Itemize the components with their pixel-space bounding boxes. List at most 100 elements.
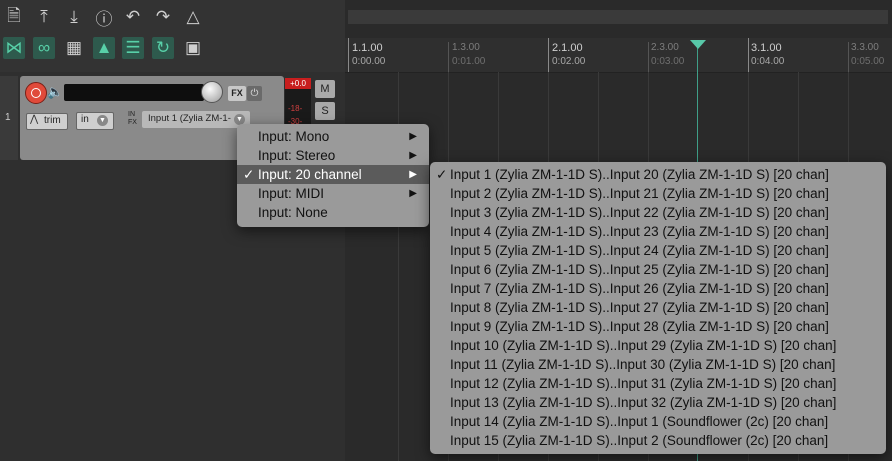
submenu-item[interactable]: Input 9 (Zylia ZM-1-1D S)..Input 28 (Zyl… bbox=[430, 317, 886, 336]
checkmark-icon: ✓ bbox=[436, 167, 448, 182]
save-upload-icon[interactable]: ⤒ bbox=[33, 6, 55, 28]
menu-item-label: Input: 20 channel bbox=[258, 167, 362, 182]
submenu-item[interactable]: Input 15 (Zylia ZM-1-1D S)..Input 2 (Sou… bbox=[430, 431, 886, 450]
submenu-item[interactable]: Input 11 (Zylia ZM-1-1D S)..Input 30 (Zy… bbox=[430, 355, 886, 374]
metronome-icon[interactable]: △ bbox=[182, 6, 204, 28]
checkmark-icon: ✓ bbox=[243, 167, 255, 182]
ruler-tick-major bbox=[548, 38, 549, 72]
redo-icon[interactable]: ↷ bbox=[152, 6, 174, 28]
mute-button[interactable]: M bbox=[315, 80, 335, 98]
menu-item-input-20-channel[interactable]: ✓ Input: 20 channel ▶ bbox=[237, 165, 429, 184]
submenu-item-label: Input 1 (Zylia ZM-1-1D S)..Input 20 (Zyl… bbox=[450, 167, 829, 182]
submenu-item[interactable]: Input 3 (Zylia ZM-1-1D S)..Input 22 (Zyl… bbox=[430, 203, 886, 222]
ruler-time-label: 0:01.00 bbox=[452, 56, 486, 67]
playhead-marker-icon[interactable] bbox=[690, 40, 706, 49]
submenu-arrow-icon: ▶ bbox=[409, 131, 417, 142]
fx-bypass-icon[interactable]: ⏻ bbox=[247, 86, 262, 101]
menu-item-input-midi[interactable]: Input: MIDI ▶ bbox=[237, 184, 429, 203]
submenu-item-label: Input 3 (Zylia ZM-1-1D S)..Input 22 (Zyl… bbox=[450, 205, 829, 220]
record-arm-button[interactable] bbox=[25, 82, 47, 104]
meter-scale-label: -18- bbox=[288, 104, 303, 113]
submenu-item-label: Input 14 (Zylia ZM-1-1D S)..Input 1 (Sou… bbox=[450, 414, 829, 429]
submenu-item[interactable]: Input 8 (Zylia ZM-1-1D S)..Input 27 (Zyl… bbox=[430, 298, 886, 317]
submenu-item[interactable]: Input 12 (Zylia ZM-1-1D S)..Input 31 (Zy… bbox=[430, 374, 886, 393]
ruler-tick-minor bbox=[848, 42, 849, 72]
volume-knob[interactable] bbox=[201, 81, 223, 103]
submenu-item-label: Input 8 (Zylia ZM-1-1D S)..Input 27 (Zyl… bbox=[450, 300, 829, 315]
in-label: in bbox=[81, 114, 89, 125]
link-icon[interactable]: ∞ bbox=[33, 37, 55, 59]
meter-peak-label: +0.0 bbox=[285, 78, 311, 89]
menu-item-label: Input: Stereo bbox=[258, 148, 336, 163]
crossfade-icon[interactable]: ⋈ bbox=[3, 37, 25, 59]
lock-icon[interactable]: ▣ bbox=[182, 37, 204, 59]
ruler-time-label: 0:03.00 bbox=[651, 56, 685, 67]
record-icon bbox=[31, 88, 41, 98]
submenu-item-label: Input 2 (Zylia ZM-1-1D S)..Input 21 (Zyl… bbox=[450, 186, 829, 201]
submenu-item-label: Input 13 (Zylia ZM-1-1D S)..Input 32 (Zy… bbox=[450, 395, 837, 410]
submenu-item-label: Input 12 (Zylia ZM-1-1D S)..Input 31 (Zy… bbox=[450, 376, 837, 391]
input-context-menu: Input: Mono ▶ Input: Stereo ▶ ✓ Input: 2… bbox=[237, 124, 429, 227]
menu-item-label: Input: MIDI bbox=[258, 186, 325, 201]
ruler-tick-minor bbox=[448, 42, 449, 72]
track-number: 1 bbox=[5, 112, 11, 123]
chevron-down-icon: ▼ bbox=[97, 115, 108, 126]
input-selector[interactable]: Input 1 (Zylia ZM-1- ▼ bbox=[142, 111, 250, 128]
submenu-item[interactable]: Input 10 (Zylia ZM-1-1D S)..Input 29 (Zy… bbox=[430, 336, 886, 355]
submenu-item[interactable]: Input 14 (Zylia ZM-1-1D S)..Input 1 (Sou… bbox=[430, 412, 886, 431]
track-name-field[interactable] bbox=[64, 84, 204, 101]
fx-button[interactable]: FX bbox=[228, 86, 246, 101]
submenu-arrow-icon: ▶ bbox=[409, 188, 417, 199]
grid-icon[interactable]: ▦ bbox=[63, 37, 85, 59]
menu-item-label: Input: Mono bbox=[258, 129, 330, 144]
ruler-tick-minor bbox=[648, 42, 649, 72]
input-monitor-button[interactable]: in ▼ bbox=[76, 112, 114, 130]
new-file-icon[interactable]: 🗎 bbox=[3, 6, 25, 28]
submenu-item-label: Input 6 (Zylia ZM-1-1D S)..Input 25 (Zyl… bbox=[450, 262, 829, 277]
menu-item-label: Input: None bbox=[258, 205, 328, 220]
submenu-item-label: Input 7 (Zylia ZM-1-1D S)..Input 26 (Zyl… bbox=[450, 281, 829, 296]
snap-icon[interactable]: ▲ bbox=[93, 37, 115, 59]
submenu-item[interactable]: Input 7 (Zylia ZM-1-1D S)..Input 26 (Zyl… bbox=[430, 279, 886, 298]
automation-trim-button[interactable]: ⋀ trim bbox=[26, 113, 68, 130]
submenu-item-label: Input 11 (Zylia ZM-1-1D S)..Input 30 (Zy… bbox=[450, 357, 836, 372]
submenu-item[interactable]: ✓ Input 1 (Zylia ZM-1-1D S)..Input 20 (Z… bbox=[430, 165, 886, 184]
submenu-item[interactable]: Input 4 (Zylia ZM-1-1D S)..Input 23 (Zyl… bbox=[430, 222, 886, 241]
ruler-time-label: 0:02.00 bbox=[552, 56, 586, 67]
loop-icon[interactable]: ↻ bbox=[152, 37, 174, 59]
trim-label: trim bbox=[44, 115, 61, 126]
grid-lines-icon[interactable]: ☰ bbox=[122, 37, 144, 59]
timeline-ruler[interactable] bbox=[345, 38, 892, 73]
submenu-item[interactable]: Input 13 (Zylia ZM-1-1D S)..Input 32 (Zy… bbox=[430, 393, 886, 412]
input-channel-submenu: ✓ Input 1 (Zylia ZM-1-1D S)..Input 20 (Z… bbox=[430, 162, 886, 454]
submenu-item-label: Input 15 (Zylia ZM-1-1D S)..Input 2 (Sou… bbox=[450, 433, 829, 448]
ruler-tick-major bbox=[348, 38, 349, 72]
ruler-time-label: 0:04.00 bbox=[751, 56, 785, 67]
submenu-item-label: Input 10 (Zylia ZM-1-1D S)..Input 29 (Zy… bbox=[450, 338, 837, 353]
ruler-tick-major bbox=[748, 38, 749, 72]
submenu-item-label: Input 9 (Zylia ZM-1-1D S)..Input 28 (Zyl… bbox=[450, 319, 829, 334]
ruler-measure-label: 1.3.00 bbox=[452, 42, 480, 53]
submenu-arrow-icon: ▶ bbox=[409, 169, 417, 180]
ruler-measure-label: 1.1.00 bbox=[352, 42, 383, 54]
menu-item-input-mono[interactable]: Input: Mono ▶ bbox=[237, 127, 429, 146]
ruler-measure-label: 2.3.00 bbox=[651, 42, 679, 53]
info-icon[interactable]: ⓘ bbox=[93, 6, 115, 29]
download-icon[interactable]: ⤓ bbox=[63, 6, 85, 28]
solo-button[interactable]: S bbox=[315, 102, 335, 120]
submenu-item[interactable]: Input 6 (Zylia ZM-1-1D S)..Input 25 (Zyl… bbox=[430, 260, 886, 279]
time-selection-bar[interactable] bbox=[348, 10, 888, 24]
submenu-item[interactable]: Input 2 (Zylia ZM-1-1D S)..Input 21 (Zyl… bbox=[430, 184, 886, 203]
ruler-measure-label: 2.1.00 bbox=[552, 42, 583, 54]
track-number-column[interactable]: 1 bbox=[0, 76, 18, 160]
ruler-time-label: 0:00.00 bbox=[352, 56, 386, 67]
submenu-item[interactable]: Input 5 (Zylia ZM-1-1D S)..Input 24 (Zyl… bbox=[430, 241, 886, 260]
ruler-measure-label: 3.1.00 bbox=[751, 42, 782, 54]
input-selector-label: Input 1 (Zylia ZM-1- bbox=[148, 113, 231, 124]
speaker-icon[interactable]: 🔈 bbox=[47, 84, 63, 100]
input-fx-button[interactable]: IN FX bbox=[128, 111, 140, 127]
menu-item-input-stereo[interactable]: Input: Stereo ▶ bbox=[237, 146, 429, 165]
menu-item-input-none[interactable]: Input: None bbox=[237, 203, 429, 222]
submenu-arrow-icon: ▶ bbox=[409, 150, 417, 161]
undo-icon[interactable]: ↶ bbox=[122, 6, 144, 28]
